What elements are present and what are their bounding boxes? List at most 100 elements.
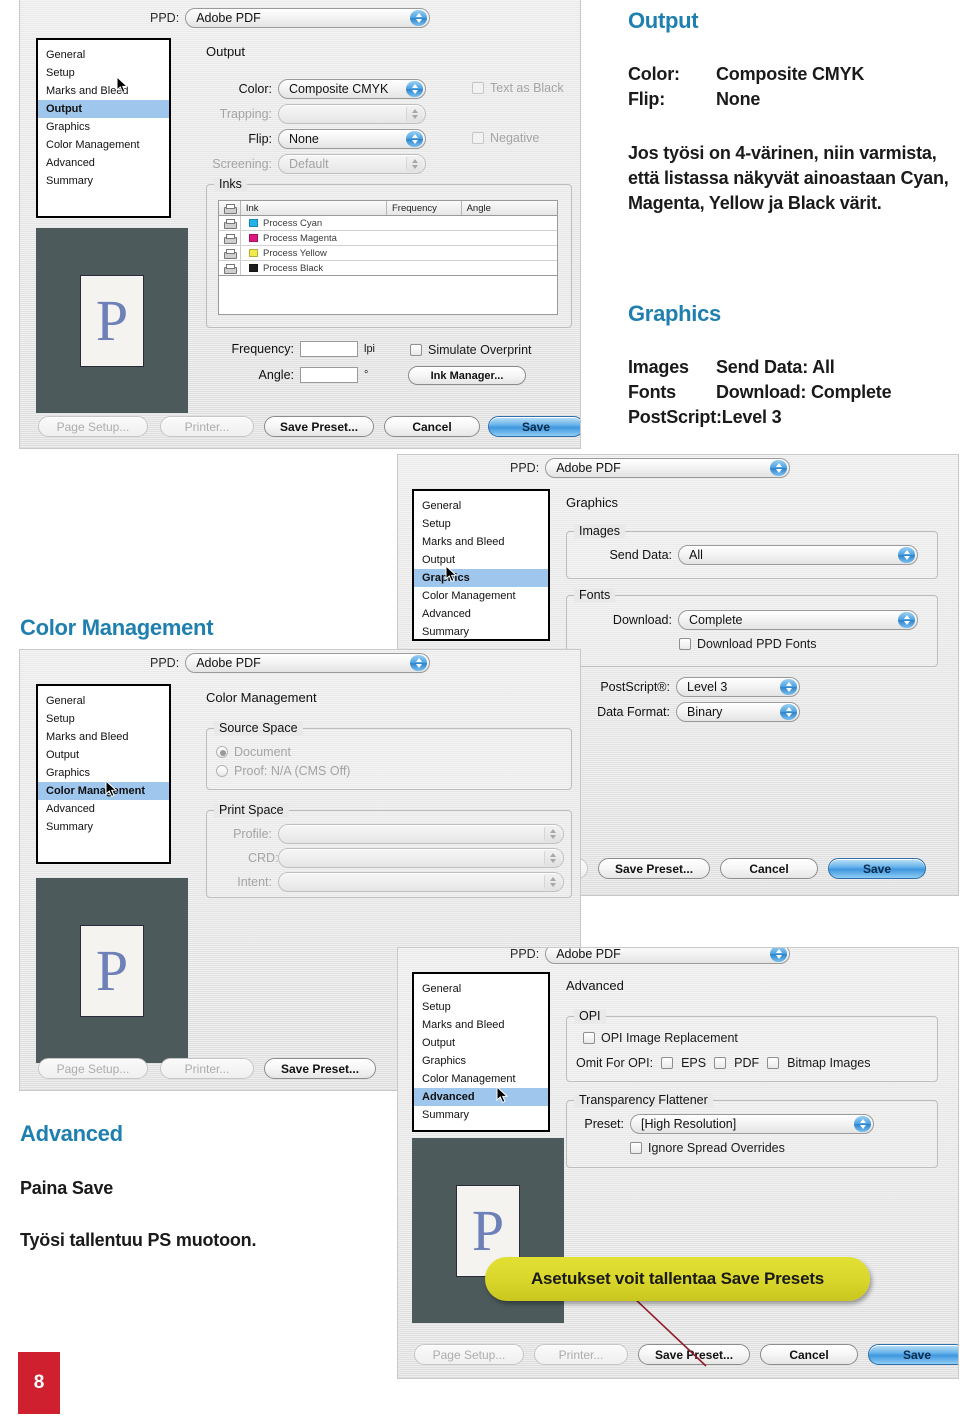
sidebar-item-advanced[interactable]: Advanced bbox=[414, 1088, 548, 1106]
sidebar-item-color-management[interactable]: Color Management bbox=[38, 782, 169, 800]
checkbox-simulate-overprint[interactable]: Simulate Overprint bbox=[410, 343, 532, 357]
sidebar-item-graphics[interactable]: Graphics bbox=[38, 118, 169, 136]
dialog-nav-list[interactable]: General Setup Marks and Bleed Output Gra… bbox=[36, 38, 171, 218]
row-printer-toggle[interactable] bbox=[219, 246, 241, 260]
sidebar-item-marks-and-bleed[interactable]: Marks and Bleed bbox=[38, 728, 169, 746]
sidebar-item-graphics[interactable]: Graphics bbox=[38, 764, 169, 782]
sidebar-item-advanced[interactable]: Advanced bbox=[38, 800, 169, 818]
sidebar-item-setup[interactable]: Setup bbox=[38, 64, 169, 82]
field-postscript: PostScript®: Level 3 bbox=[574, 677, 800, 697]
radio-source-document[interactable]: Document bbox=[216, 745, 291, 759]
ppd-select[interactable]: Adobe PDF bbox=[185, 653, 431, 673]
cancel-button[interactable]: Cancel bbox=[760, 1344, 858, 1365]
sidebar-item-color-management[interactable]: Color Management bbox=[414, 1070, 548, 1088]
intent-select bbox=[278, 872, 564, 892]
graphics-images-key: Images bbox=[628, 357, 689, 377]
sidebar-item-advanced[interactable]: Advanced bbox=[38, 154, 169, 172]
sidebar-item-general[interactable]: General bbox=[38, 46, 169, 64]
save-preset-button[interactable]: Save Preset... bbox=[264, 416, 374, 437]
postscript-select[interactable]: Level 3 bbox=[676, 677, 800, 697]
field-label-crd: CRD: bbox=[248, 851, 279, 865]
sidebar-item-output[interactable]: Output bbox=[414, 1034, 548, 1052]
group-label-inks: Inks bbox=[214, 177, 247, 191]
sidebar-item-general[interactable]: General bbox=[38, 692, 169, 710]
table-row[interactable]: Process Black bbox=[219, 261, 557, 276]
save-button[interactable]: Save bbox=[828, 858, 926, 879]
checkbox-ignore-spread-overrides[interactable]: Ignore Spread Overrides bbox=[630, 1141, 785, 1155]
sidebar-item-color-management[interactable]: Color Management bbox=[414, 587, 548, 605]
sidebar-item-general[interactable]: General bbox=[414, 980, 548, 998]
save-preset-button[interactable]: Save Preset... bbox=[598, 858, 710, 879]
row-printer-toggle[interactable] bbox=[219, 261, 241, 275]
save-preset-button[interactable]: Save Preset... bbox=[264, 1058, 376, 1079]
checkbox-icon[interactable] bbox=[714, 1057, 727, 1069]
ppd-select[interactable]: Adobe PDF bbox=[545, 948, 791, 964]
sidebar-item-marks-and-bleed[interactable]: Marks and Bleed bbox=[414, 533, 548, 551]
sidebar-item-advanced[interactable]: Advanced bbox=[414, 605, 548, 623]
ink-swatch bbox=[249, 263, 258, 272]
sidebar-item-general[interactable]: General bbox=[414, 497, 548, 515]
frequency-input[interactable] bbox=[300, 341, 358, 357]
ink-name: Process Black bbox=[263, 262, 324, 274]
sidebar-item-color-management[interactable]: Color Management bbox=[38, 136, 169, 154]
table-row[interactable]: Process Cyan bbox=[219, 216, 557, 231]
chevron-updown-icon bbox=[410, 655, 428, 671]
sidebar-item-summary[interactable]: Summary bbox=[414, 623, 548, 641]
sidebar-item-setup[interactable]: Setup bbox=[414, 515, 548, 533]
field-download: Download: Complete bbox=[594, 610, 918, 630]
row-printer-toggle[interactable] bbox=[219, 231, 241, 245]
group-label-print-space: Print Space bbox=[214, 803, 289, 817]
angle-input[interactable] bbox=[300, 367, 358, 383]
sidebar-item-summary[interactable]: Summary bbox=[414, 1106, 548, 1124]
checkbox-icon[interactable] bbox=[767, 1057, 780, 1069]
checkbox-negative[interactable]: Negative bbox=[472, 131, 539, 145]
cancel-button[interactable]: Cancel bbox=[720, 858, 818, 879]
radio-source-proof[interactable]: Proof: N/A (CMS Off) bbox=[216, 764, 350, 778]
sidebar-item-graphics[interactable]: Graphics bbox=[414, 569, 548, 587]
send-data-select[interactable]: All bbox=[678, 545, 918, 565]
printer-icon bbox=[224, 263, 237, 274]
dialog-nav-list[interactable]: General Setup Marks and Bleed Output Gra… bbox=[36, 684, 171, 864]
sidebar-item-setup[interactable]: Setup bbox=[414, 998, 548, 1016]
table-row[interactable]: Process Magenta bbox=[219, 231, 557, 246]
ppd-select[interactable]: Adobe PDF bbox=[545, 458, 791, 478]
ppd-select[interactable]: Adobe PDF bbox=[185, 8, 431, 28]
save-button[interactable]: Save bbox=[868, 1344, 958, 1365]
flip-select[interactable]: None bbox=[278, 129, 426, 149]
chevron-updown-icon bbox=[544, 826, 561, 842]
sidebar-item-output[interactable]: Output bbox=[38, 746, 169, 764]
save-preset-button[interactable]: Save Preset... bbox=[638, 1344, 750, 1365]
ink-swatch bbox=[249, 233, 258, 242]
sidebar-item-summary[interactable]: Summary bbox=[38, 172, 169, 190]
table-row[interactable]: Process Yellow bbox=[219, 246, 557, 261]
sidebar-item-setup[interactable]: Setup bbox=[38, 710, 169, 728]
cancel-button[interactable]: Cancel bbox=[384, 416, 480, 437]
sidebar-item-output[interactable]: Output bbox=[414, 551, 548, 569]
save-button[interactable]: Save bbox=[488, 416, 580, 437]
checkbox-text-as-black[interactable]: Text as Black bbox=[472, 81, 564, 95]
ppd-value: Adobe PDF bbox=[196, 11, 261, 25]
preset-select[interactable]: [High Resolution] bbox=[630, 1114, 874, 1134]
group-fonts bbox=[566, 595, 938, 667]
preview-sheet: P bbox=[80, 924, 144, 1017]
sidebar-item-marks-and-bleed[interactable]: Marks and Bleed bbox=[38, 82, 169, 100]
sidebar-item-graphics[interactable]: Graphics bbox=[414, 1052, 548, 1070]
sidebar-item-marks-and-bleed[interactable]: Marks and Bleed bbox=[414, 1016, 548, 1034]
dialog-nav-list[interactable]: General Setup Marks and Bleed Output Gra… bbox=[412, 972, 550, 1132]
data-format-select[interactable]: Binary bbox=[676, 702, 800, 722]
download-select[interactable]: Complete bbox=[678, 610, 918, 630]
field-crd: CRD: bbox=[248, 848, 564, 868]
checkbox-download-ppd-fonts[interactable]: Download PPD Fonts bbox=[679, 637, 817, 651]
inks-table[interactable]: Ink Frequency Angle Process Cyan Process… bbox=[218, 200, 558, 315]
dialog-nav-list[interactable]: General Setup Marks and Bleed Output Gra… bbox=[412, 489, 550, 641]
sidebar-item-output[interactable]: Output bbox=[38, 100, 169, 118]
row-printer-toggle[interactable] bbox=[219, 216, 241, 230]
color-select[interactable]: Composite CMYK bbox=[278, 79, 426, 99]
annotation-row: Color: Composite CMYK bbox=[628, 62, 864, 87]
checkbox-icon bbox=[410, 344, 422, 356]
checkbox-icon[interactable] bbox=[661, 1057, 674, 1069]
field-intent: Intent: bbox=[216, 872, 564, 892]
checkbox-opi-image-replacement[interactable]: OPI Image Replacement bbox=[583, 1031, 738, 1045]
ink-manager-button[interactable]: Ink Manager... bbox=[408, 366, 526, 385]
sidebar-item-summary[interactable]: Summary bbox=[38, 818, 169, 836]
